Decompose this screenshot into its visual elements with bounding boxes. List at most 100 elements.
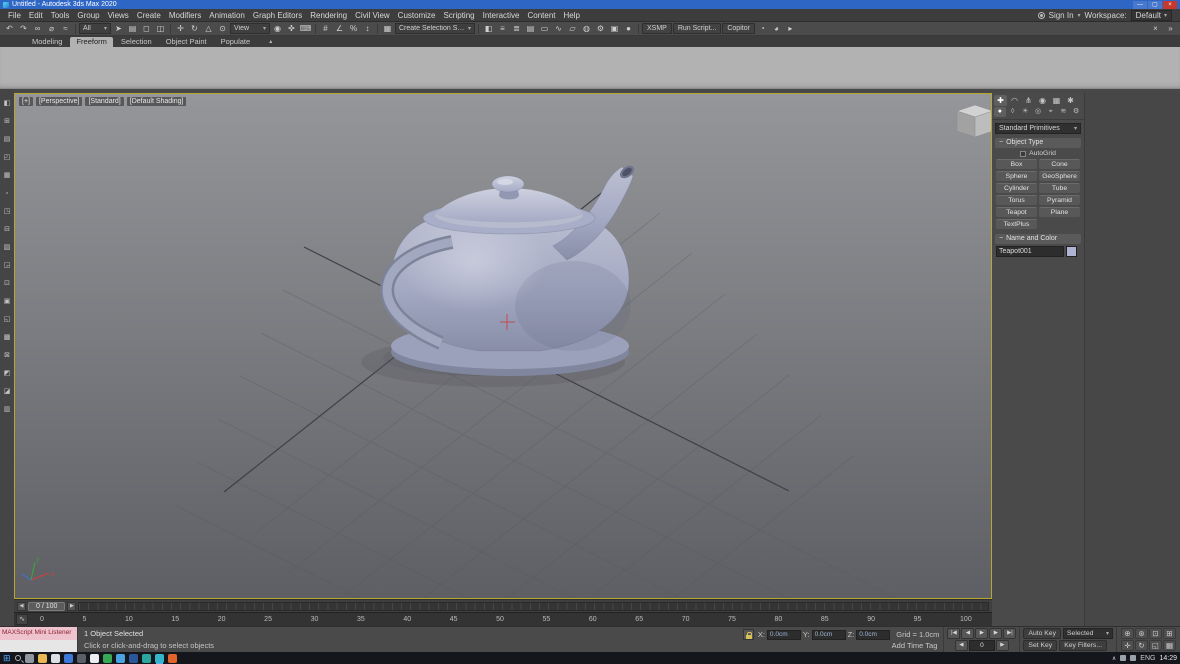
tray-icon[interactable] bbox=[1120, 655, 1127, 661]
add-time-tag-button[interactable]: Add Time Tag bbox=[892, 641, 938, 650]
firefox-icon[interactable] bbox=[167, 653, 177, 663]
redo-icon[interactable]: ↷ bbox=[17, 23, 30, 35]
unlink-selection-icon[interactable]: ⌀ bbox=[45, 23, 58, 35]
app-icon[interactable] bbox=[89, 653, 99, 663]
perspective-viewport[interactable]: [+] [Perspective] [Standard] [Default Sh… bbox=[14, 93, 992, 599]
y-coordinate-field[interactable] bbox=[811, 629, 846, 640]
tab-modeling[interactable]: Modeling bbox=[26, 37, 68, 47]
close-button[interactable]: × bbox=[1163, 0, 1177, 9]
go-to-start-button[interactable]: |◀ bbox=[947, 628, 961, 639]
use-pivot-center-icon[interactable]: ◉ bbox=[271, 23, 284, 35]
torus-button[interactable]: Torus bbox=[996, 195, 1037, 205]
3dsmax-taskbar-icon[interactable] bbox=[154, 653, 164, 663]
spinner-snap-icon[interactable]: ↕ bbox=[361, 23, 374, 35]
left-toolbar-icon[interactable]: ▦ bbox=[2, 171, 12, 181]
viewport-shading-menu[interactable]: [Default Shading] bbox=[126, 97, 187, 106]
cone-button[interactable]: Cone bbox=[1039, 159, 1080, 169]
previous-frame-button[interactable]: ◀ bbox=[961, 628, 975, 639]
undo-icon[interactable]: ↶ bbox=[3, 23, 16, 35]
menu-item[interactable]: Modifiers bbox=[165, 11, 205, 20]
reference-coordinate-dropdown[interactable]: View ▾ bbox=[230, 23, 270, 34]
render-setup-icon[interactable]: ⚙ bbox=[594, 23, 607, 35]
tray-icon[interactable] bbox=[1130, 655, 1137, 661]
select-and-scale-icon[interactable]: △ bbox=[202, 23, 215, 35]
auto-key-button[interactable]: Auto Key bbox=[1023, 628, 1061, 639]
task-view-icon[interactable] bbox=[24, 653, 34, 663]
menu-item[interactable]: Help bbox=[560, 11, 584, 20]
angle-snap-icon[interactable]: ∠ bbox=[333, 23, 346, 35]
utilities-tab[interactable]: ✱ bbox=[1064, 95, 1077, 106]
left-toolbar-icon[interactable]: ◲ bbox=[2, 261, 12, 271]
tab-object-paint[interactable]: Object Paint bbox=[160, 37, 213, 47]
menu-item[interactable]: Tools bbox=[47, 11, 74, 20]
left-toolbar-icon[interactable]: ▤ bbox=[2, 135, 12, 145]
box-button[interactable]: Box bbox=[996, 159, 1037, 169]
tab-selection[interactable]: Selection bbox=[115, 37, 158, 47]
word-icon[interactable] bbox=[128, 653, 138, 663]
viewport-config-icon[interactable]: ▦ bbox=[1163, 640, 1176, 651]
toolbar-overflow-icon[interactable]: » bbox=[1164, 23, 1177, 35]
select-by-name-icon[interactable]: ▤ bbox=[126, 23, 139, 35]
schematic-view-icon[interactable]: ▱ bbox=[566, 23, 579, 35]
select-and-place-icon[interactable]: ⊙ bbox=[216, 23, 229, 35]
zoom-icon[interactable]: ⊕ bbox=[1121, 628, 1134, 639]
menu-item[interactable]: Interactive bbox=[479, 11, 524, 20]
named-selection-sets-dropdown[interactable]: Create Selection Se... ▾ bbox=[395, 23, 475, 34]
cameras-tab[interactable]: ◎ bbox=[1032, 107, 1044, 117]
shapes-tab[interactable]: ◊ bbox=[1007, 107, 1019, 117]
run-script-button[interactable]: Run Script... bbox=[672, 23, 722, 34]
maxscript-macro-line[interactable]: MAXScript Mini Listener bbox=[0, 627, 77, 640]
layer-explorer-icon[interactable]: ▤ bbox=[524, 23, 537, 35]
tube-button[interactable]: Tube bbox=[1039, 183, 1080, 193]
sign-in-button[interactable]: Sign In bbox=[1049, 11, 1074, 20]
app-icon[interactable] bbox=[115, 653, 125, 663]
left-toolbar-icon[interactable]: ▥ bbox=[2, 405, 12, 415]
hierarchy-tab[interactable]: ⋔ bbox=[1022, 95, 1035, 106]
select-and-link-icon[interactable]: ∞ bbox=[31, 23, 44, 35]
ribbon-minimize-button[interactable]: ▴ bbox=[266, 37, 275, 47]
maximize-button[interactable]: ▢ bbox=[1148, 0, 1162, 9]
x-coordinate-field[interactable] bbox=[766, 629, 801, 640]
clock[interactable]: 14:29 bbox=[1159, 655, 1177, 662]
next-frame-button[interactable]: ▶ bbox=[989, 628, 1003, 639]
go-to-end-button[interactable]: ▶| bbox=[1003, 628, 1017, 639]
left-toolbar-icon[interactable]: ◩ bbox=[2, 369, 12, 379]
key-filters-button[interactable]: Key Filters... bbox=[1059, 640, 1107, 651]
select-and-move-icon[interactable]: ✛ bbox=[174, 23, 187, 35]
menu-item[interactable]: File bbox=[4, 11, 25, 20]
menu-item[interactable]: Animation bbox=[205, 11, 249, 20]
view-cube[interactable] bbox=[956, 104, 992, 138]
app-icon[interactable] bbox=[63, 653, 73, 663]
window-crossing-icon[interactable]: ◫ bbox=[154, 23, 167, 35]
app-icon[interactable] bbox=[50, 653, 60, 663]
left-toolbar-icon[interactable]: ▣ bbox=[2, 297, 12, 307]
left-toolbar-icon[interactable]: ⊡ bbox=[2, 279, 12, 289]
workspace-dropdown[interactable]: Default ▾ bbox=[1130, 9, 1172, 21]
name-color-rollout-header[interactable]: − Name and Color bbox=[995, 234, 1081, 244]
menu-item[interactable]: Customize bbox=[394, 11, 440, 20]
time-slider-track[interactable] bbox=[78, 601, 989, 611]
mini-curve-editor-button[interactable]: ∿ bbox=[16, 614, 28, 625]
snaps-toggle-icon[interactable]: # bbox=[319, 23, 332, 35]
minimize-button[interactable]: — bbox=[1133, 0, 1147, 9]
geosphere-button[interactable]: GeoSphere bbox=[1039, 171, 1080, 181]
menu-item[interactable]: Edit bbox=[25, 11, 47, 20]
zoom-region-icon[interactable]: ⊞ bbox=[1163, 628, 1176, 639]
systems-tab[interactable]: ⚙ bbox=[1070, 107, 1082, 117]
left-toolbar-icon[interactable]: ◪ bbox=[2, 387, 12, 397]
object-type-rollout-header[interactable]: − Object Type bbox=[995, 138, 1081, 148]
frame-forward-spinner[interactable]: ▶ bbox=[995, 640, 1009, 651]
motion-tab[interactable]: ◉ bbox=[1036, 95, 1049, 106]
viewport-general-menu[interactable]: [+] bbox=[19, 97, 33, 106]
keyboard-override-icon[interactable]: ⌨ bbox=[299, 23, 312, 35]
zoom-extents-icon[interactable]: ⊡ bbox=[1149, 628, 1162, 639]
menu-item[interactable]: Graph Editors bbox=[249, 11, 306, 20]
selection-filter-dropdown[interactable]: All ▾ bbox=[79, 23, 111, 34]
viewport-pov-menu[interactable]: [Perspective] bbox=[35, 97, 83, 106]
left-toolbar-icon[interactable]: ◳ bbox=[2, 207, 12, 217]
maximize-viewport-icon[interactable]: ◱ bbox=[1149, 640, 1162, 651]
rendered-frame-icon[interactable]: ▣ bbox=[608, 23, 621, 35]
menu-item[interactable]: Content bbox=[524, 11, 560, 20]
pan-icon[interactable]: ✛ bbox=[1121, 640, 1134, 651]
menu-item[interactable]: Civil View bbox=[351, 11, 394, 20]
